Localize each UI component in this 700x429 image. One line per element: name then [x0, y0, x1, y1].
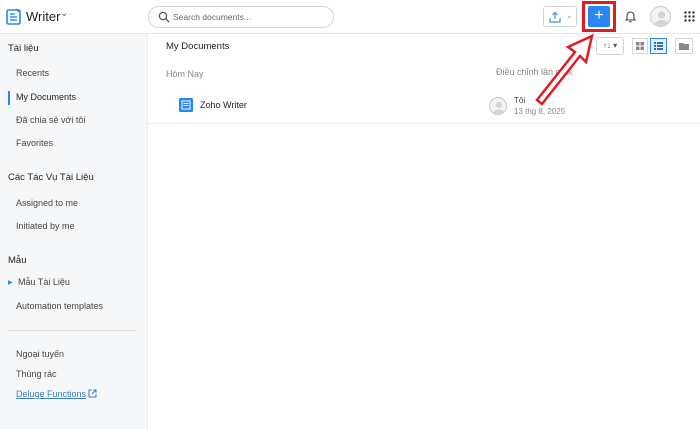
app-name[interactable]: Writer	[26, 9, 60, 24]
active-indicator	[8, 91, 10, 105]
search-input[interactable]	[173, 10, 328, 24]
document-name[interactable]: Zoho Writer	[200, 100, 247, 110]
sidebar-section-document-tasks: Các Tác Vụ Tài Liệu	[8, 172, 94, 183]
sidebar-item-initiated-by-me[interactable]: Initiated by me	[16, 221, 75, 231]
divider	[8, 330, 136, 331]
search-box[interactable]	[148, 6, 334, 28]
sidebar-item-offline[interactable]: Ngoại tuyến	[16, 349, 64, 359]
caret-right-icon[interactable]: ▶	[8, 279, 13, 286]
folder-icon	[679, 43, 689, 50]
folder-view-button[interactable]	[675, 38, 693, 54]
owner-avatar	[489, 97, 507, 115]
writer-app: Writer ⌄ ⌄ +	[0, 0, 700, 429]
list-view-button[interactable]	[650, 38, 667, 54]
user-avatar-icon	[654, 11, 669, 26]
list-view-icon	[654, 42, 663, 50]
sidebar-item-favorites[interactable]: Favorites	[16, 138, 53, 148]
sidebar-item-recents[interactable]: Recents	[16, 68, 49, 78]
apps-grid-icon[interactable]	[684, 11, 695, 22]
sidebar-item-automation-templates[interactable]: Automation templates	[16, 301, 103, 311]
user-avatar-icon	[492, 102, 506, 114]
external-link-icon[interactable]	[88, 389, 97, 398]
sidebar-item-document-templates[interactable]: Mẫu Tài Liệu	[18, 277, 70, 287]
bell-icon[interactable]	[624, 10, 637, 23]
sort-button[interactable]: ↑↓ ▾	[596, 37, 624, 55]
grid-view-icon	[636, 42, 644, 50]
sidebar-item-assigned-to-me[interactable]: Assigned to me	[16, 198, 78, 208]
writer-document-icon	[179, 98, 193, 112]
sidebar-item-trash[interactable]: Thùng rác	[16, 369, 57, 379]
chevron-down-icon[interactable]: ⌄	[60, 8, 68, 19]
chevron-down-icon: ⌄	[566, 11, 573, 20]
sidebar-section-documents: Tài liệu	[8, 43, 39, 54]
search-icon	[158, 11, 170, 23]
sidebar-section-templates: Mẫu	[8, 255, 27, 266]
sidebar-item-my-documents[interactable]: My Documents	[16, 92, 76, 102]
avatar[interactable]	[650, 6, 671, 27]
writer-logo-icon[interactable]	[6, 8, 21, 25]
sidebar: Tài liệu Recents My Documents Đã chia sẻ…	[0, 34, 148, 429]
page-title: My Documents	[166, 41, 230, 52]
group-header-today: Hôm Nay	[166, 69, 204, 79]
sidebar-item-shared-with-me[interactable]: Đã chia sẻ với tôi	[16, 115, 85, 125]
grid-view-button[interactable]	[632, 38, 648, 54]
annotation-arrow	[535, 33, 594, 106]
deluge-functions-link[interactable]: Deluge Functions	[16, 389, 86, 399]
table-row[interactable]: Zoho Writer Tôi 13 thg 8, 2025	[148, 88, 700, 124]
